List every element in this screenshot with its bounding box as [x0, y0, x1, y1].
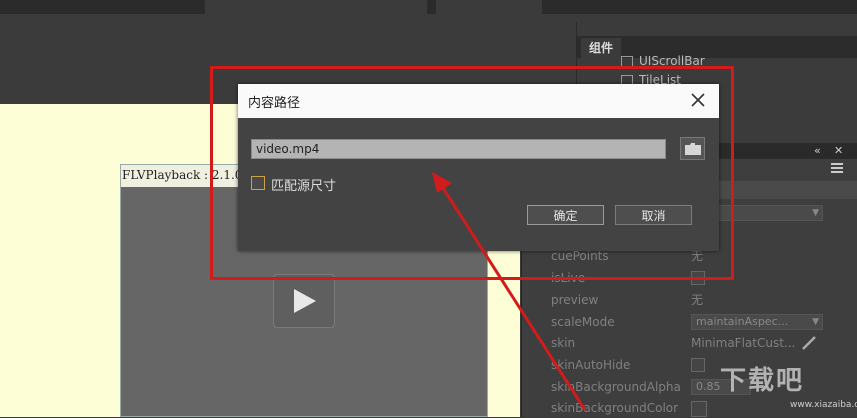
watermark-logo-text: 下载吧: [720, 366, 805, 396]
watermark: 下载吧 www.xiazaiba.com: [720, 360, 857, 410]
watermark-url: www.xiazaiba.com: [790, 400, 857, 410]
annotation-arrow: [432, 172, 587, 411]
